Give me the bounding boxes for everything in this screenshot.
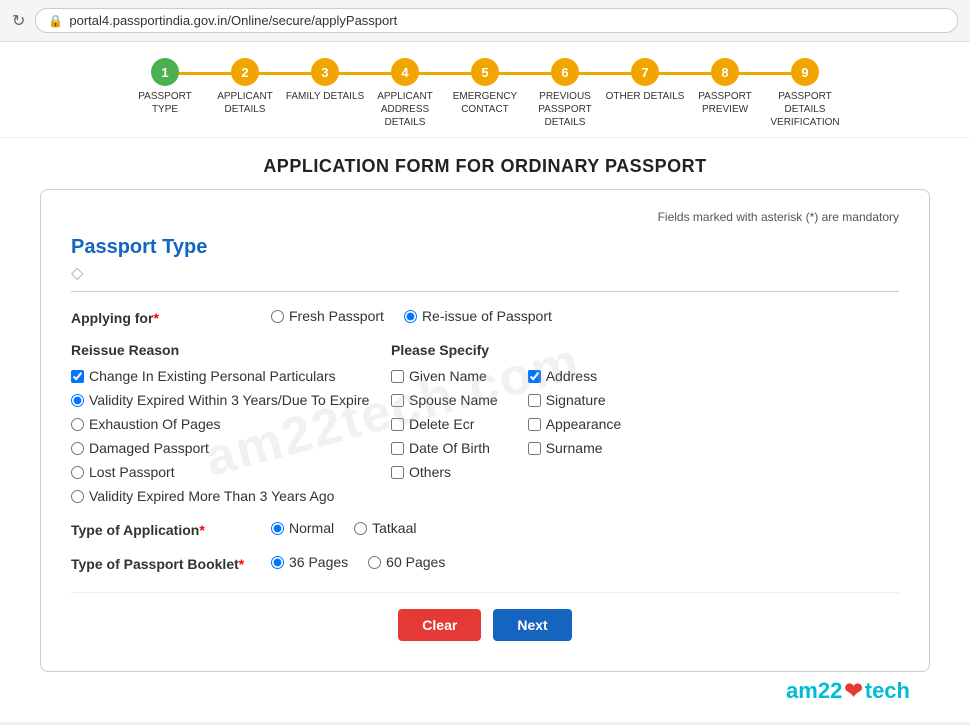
browser-bar: ↻ 🔒 portal4.passportindia.gov.in/Online/… — [0, 0, 970, 42]
step-label-8: PASSPORT PREVIEW — [685, 90, 765, 116]
step-label-5: EMERGENCY CONTACT — [445, 90, 525, 116]
reissue-option-exhaustion[interactable]: Exhaustion Of Pages — [71, 416, 391, 432]
specify-date_of_birth[interactable]: Date Of Birth — [391, 440, 498, 456]
type-of-booklet-controls: 36 Pages 60 Pages — [271, 554, 445, 570]
diamond-icon: ◇ — [71, 263, 899, 283]
step-5: 5 EMERGENCY CONTACT — [445, 58, 525, 116]
reissue-option-validity3[interactable]: Validity Expired Within 3 Years/Due To E… — [71, 392, 391, 408]
step-7: 7 OTHER DETAILS — [605, 58, 685, 103]
reissue-reason-section: Reissue Reason Change In Existing Person… — [71, 342, 391, 504]
step-2: 2 APPLICANT DETAILS — [205, 58, 285, 116]
app-type-tatkaal[interactable]: Tatkaal — [354, 520, 416, 536]
specify-signature[interactable]: Signature — [528, 392, 622, 408]
form-card: Fields marked with asterisk (*) are mand… — [40, 189, 930, 672]
specify-address[interactable]: Address — [528, 368, 622, 384]
url-text: portal4.passportindia.gov.in/Online/secu… — [69, 13, 397, 28]
step-9: 9 PASSPORT DETAILS VERIFICATION — [765, 58, 845, 129]
step-label-4: APPLICANT ADDRESS DETAILS — [365, 90, 445, 129]
step-circle-6[interactable]: 6 — [551, 58, 579, 86]
reissue-reason-options: Change In Existing Personal Particulars V… — [71, 368, 391, 504]
applying-for-fresh[interactable]: Fresh Passport — [271, 308, 384, 324]
please-specify-section: Please Specify Given Name Spouse Name Dele… — [391, 342, 899, 504]
type-of-application-label: Type of Application* — [71, 520, 271, 538]
step-4: 4 APPLICANT ADDRESS DETAILS — [365, 58, 445, 129]
applying-for-row: Applying for* Fresh Passport Re-issue of … — [71, 308, 899, 326]
app-type-normal[interactable]: Normal — [271, 520, 334, 536]
branding: am22 ❤ tech — [786, 678, 910, 704]
applying-for-controls: Fresh Passport Re-issue of Passport — [271, 308, 552, 324]
reissue-reason-title: Reissue Reason — [71, 342, 391, 358]
progress-bar: 1 PASSPORT TYPE 2 APPLICANT DETAILS 3 FAMILY … — [0, 42, 970, 138]
reissue-option-validity3more[interactable]: Validity Expired More Than 3 Years Ago — [71, 488, 391, 504]
please-specify-col2: Address Signature Appearance Surname — [528, 368, 622, 480]
lock-icon: 🔒 — [48, 14, 63, 28]
applying-for-label: Applying for* — [71, 308, 271, 326]
page-title: APPLICATION FORM FOR ORDINARY PASSPORT — [0, 138, 970, 189]
step-1: 1 PASSPORT TYPE — [125, 58, 205, 116]
step-label-1: PASSPORT TYPE — [125, 90, 205, 116]
booklet-36pages[interactable]: 36 Pages — [271, 554, 348, 570]
page: 1 PASSPORT TYPE 2 APPLICANT DETAILS 3 FAMILY … — [0, 42, 970, 722]
step-circle-4[interactable]: 4 — [391, 58, 419, 86]
type-of-application-controls: Normal Tatkaal — [271, 520, 416, 536]
step-circle-2[interactable]: 2 — [231, 58, 259, 86]
step-label-6: PREVIOUS PASSPORT DETAILS — [525, 90, 605, 129]
step-circle-8[interactable]: 8 — [711, 58, 739, 86]
type-of-application-row: Type of Application* Normal Tatkaal — [71, 520, 899, 538]
specify-surname[interactable]: Surname — [528, 440, 622, 456]
please-specify-col1: Given Name Spouse Name Delete Ecr Date Of B… — [391, 368, 498, 480]
specify-others[interactable]: Others — [391, 464, 498, 480]
reissue-option-lost[interactable]: Lost Passport — [71, 464, 391, 480]
reissue-option-damaged[interactable]: Damaged Passport — [71, 440, 391, 456]
please-specify-cols: Given Name Spouse Name Delete Ecr Date Of B… — [391, 368, 899, 480]
step-8: 8 PASSPORT PREVIEW — [685, 58, 765, 116]
step-circle-5[interactable]: 5 — [471, 58, 499, 86]
branding-right: tech — [865, 678, 910, 704]
step-label-9: PASSPORT DETAILS VERIFICATION — [765, 90, 845, 129]
specify-given_name[interactable]: Given Name — [391, 368, 498, 384]
specify-appearance[interactable]: Appearance — [528, 416, 622, 432]
branding-heart: ❤ — [844, 678, 862, 704]
mandatory-note: Fields marked with asterisk (*) are mand… — [71, 210, 899, 224]
next-button[interactable]: Next — [493, 609, 571, 641]
step-circle-1[interactable]: 1 — [151, 58, 179, 86]
step-circle-3[interactable]: 3 — [311, 58, 339, 86]
branding-left: am22 — [786, 678, 842, 704]
booklet-60pages[interactable]: 60 Pages — [368, 554, 445, 570]
step-circle-7[interactable]: 7 — [631, 58, 659, 86]
step-label-3: FAMILY DETAILS — [286, 90, 364, 103]
button-row: Clear Next — [71, 592, 899, 641]
section-title: Passport Type — [71, 236, 899, 259]
refresh-icon[interactable]: ↻ — [12, 11, 25, 31]
type-of-booklet-row: Type of Passport Booklet* 36 Pages 60 Pag… — [71, 554, 899, 572]
specify-spouse_name[interactable]: Spouse Name — [391, 392, 498, 408]
step-circle-9[interactable]: 9 — [791, 58, 819, 86]
step-3: 3 FAMILY DETAILS — [285, 58, 365, 103]
step-label-2: APPLICANT DETAILS — [205, 90, 285, 116]
step-label-7: OTHER DETAILS — [606, 90, 685, 103]
applying-for-reissue[interactable]: Re-issue of Passport — [404, 308, 552, 324]
reissue-option-change[interactable]: Change In Existing Personal Particulars — [71, 368, 391, 384]
clear-button[interactable]: Clear — [398, 609, 481, 641]
please-specify-title: Please Specify — [391, 342, 899, 358]
specify-delete_ecr[interactable]: Delete Ecr — [391, 416, 498, 432]
type-of-booklet-label: Type of Passport Booklet* — [71, 554, 271, 572]
step-6: 6 PREVIOUS PASSPORT DETAILS — [525, 58, 605, 129]
address-bar[interactable]: 🔒 portal4.passportindia.gov.in/Online/se… — [35, 8, 958, 33]
section-divider — [71, 291, 899, 292]
reissue-section: Reissue Reason Change In Existing Person… — [71, 342, 899, 504]
